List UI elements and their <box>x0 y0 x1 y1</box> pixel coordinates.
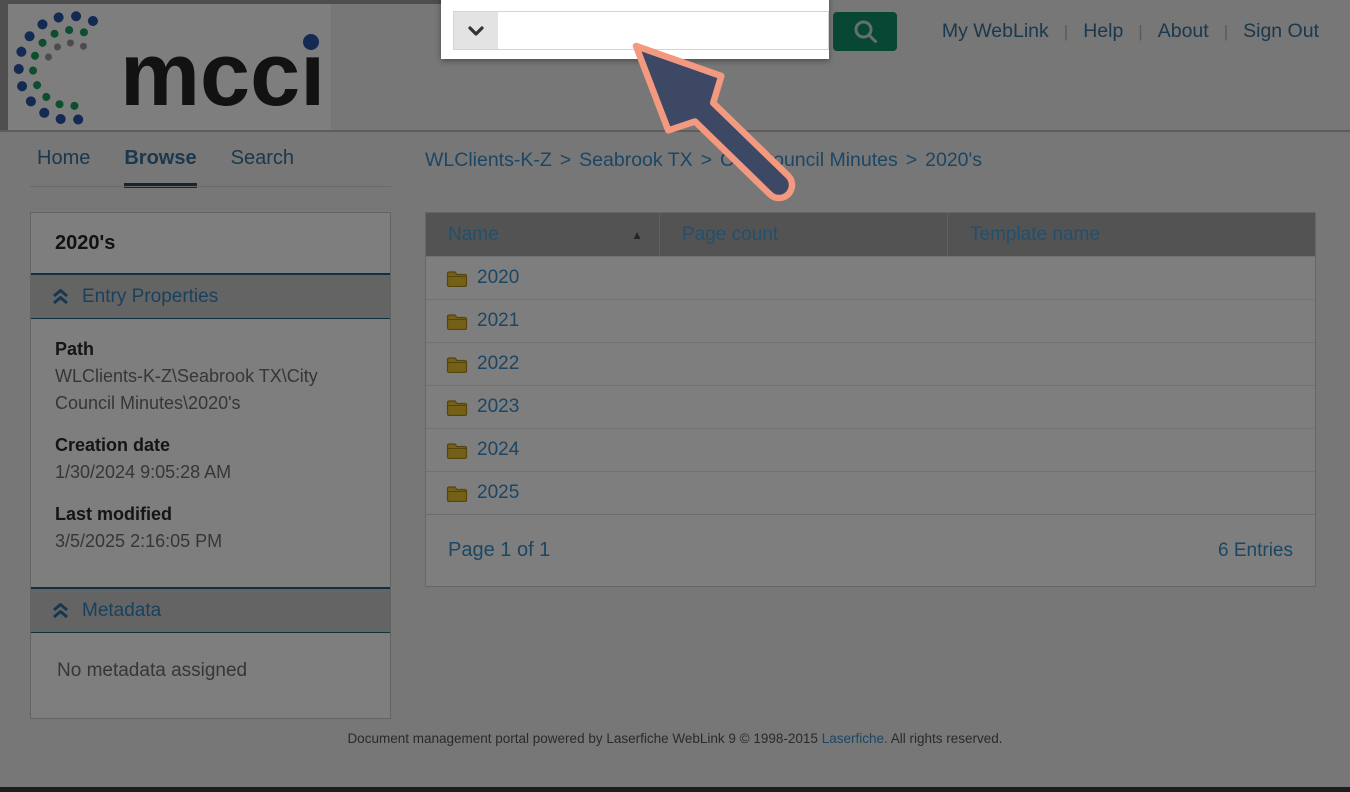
magnifier-icon <box>854 20 877 43</box>
field-label-path: Path <box>55 339 95 359</box>
table-row: 2025 <box>426 471 1315 514</box>
folder-link[interactable]: 2022 <box>477 353 519 375</box>
nav-sign-out[interactable]: Sign Out <box>1243 20 1319 43</box>
table-header: Name ▲ Page count Template name <box>426 213 1315 256</box>
table-row: 2021 <box>426 299 1315 342</box>
nav-separator: | <box>1138 21 1143 41</box>
window-edge-left <box>0 0 8 131</box>
breadcrumb: WLClients-K-Z > Seabrook TX > City Council M… <box>425 149 982 172</box>
tab-home[interactable]: Home <box>37 147 90 188</box>
table-row: 2024 <box>426 428 1315 471</box>
column-header-name[interactable]: Name ▲ <box>426 213 660 256</box>
field-label-last-modified: Last modified <box>55 504 173 524</box>
folder-icon <box>446 442 468 459</box>
entries-count: 6 Entries <box>1218 539 1293 561</box>
breadcrumb-separator: > <box>700 149 713 171</box>
entry-properties-body: Path WLClients-K-Z\Seabrook TX\City Coun… <box>31 319 390 587</box>
page-indicator: Page 1 of 1 <box>448 539 551 561</box>
nav-help[interactable]: Help <box>1083 20 1123 43</box>
nav-separator: | <box>1063 21 1069 41</box>
search-scope-dropdown[interactable] <box>454 12 498 49</box>
mcci-logo[interactable]: mccı <box>8 4 331 130</box>
breadcrumb-item[interactable]: Seabrook TX <box>579 149 692 171</box>
folder-icon <box>446 356 468 373</box>
section-label: Entry Properties <box>82 285 219 307</box>
folder-link[interactable]: 2020 <box>477 267 519 289</box>
entry-sidebar: 2020's Entry Properties Path WLClients-K… <box>30 212 391 719</box>
chevron-down-icon <box>468 25 484 36</box>
table-row: 2022 <box>426 342 1315 385</box>
folder-link[interactable]: 2021 <box>477 310 519 332</box>
collapse-double-chevron-icon <box>53 602 68 618</box>
column-label: Page count <box>682 223 779 245</box>
weblink-portal-page: mccı My WebLink | Help | About | Sign Ou… <box>0 0 1350 792</box>
folder-icon <box>446 313 468 330</box>
svg-text:mccı: mccı <box>120 25 325 125</box>
field-label-creation-date: Creation date <box>55 435 171 455</box>
header-divider <box>0 130 1350 132</box>
metadata-body: No metadata assigned <box>31 633 390 718</box>
folder-icon <box>446 270 468 287</box>
search-highlight-panel <box>441 0 829 59</box>
entry-title: 2020's <box>55 231 116 254</box>
table-row: 2023 <box>426 385 1315 428</box>
entry-properties-header[interactable]: Entry Properties <box>31 273 390 319</box>
folder-icon <box>446 399 468 416</box>
field-value-path: WLClients-K-Z\Seabrook TX\City Council M… <box>55 366 318 413</box>
nav-my-weblink[interactable]: My WebLink <box>942 20 1049 43</box>
folder-link[interactable]: 2025 <box>477 482 519 504</box>
tab-browse[interactable]: Browse <box>124 147 197 188</box>
tab-search[interactable]: Search <box>231 147 294 188</box>
top-navigation: My WebLink | Help | About | Sign Out <box>942 20 1319 43</box>
breadcrumb-item-current[interactable]: 2020's <box>925 149 982 171</box>
table-footer: Page 1 of 1 6 Entries <box>426 514 1315 586</box>
column-header-template-name[interactable]: Template name <box>948 213 1315 256</box>
breadcrumb-item[interactable]: City Council Minutes <box>720 149 898 171</box>
metadata-header[interactable]: Metadata <box>31 587 390 633</box>
section-label: Metadata <box>82 599 162 621</box>
field-value-creation-date: 1/30/2024 9:05:28 AM <box>55 462 232 482</box>
footer-text: Document management portal powered by La… <box>347 731 818 746</box>
tabbar-divider <box>30 186 391 187</box>
main-tabs: Home Browse Search <box>37 147 294 188</box>
table-row: 2020 <box>426 256 1315 299</box>
field-value-last-modified: 3/5/2025 2:16:05 PM <box>55 531 223 551</box>
mcci-logo-icon: mccı <box>13 11 325 125</box>
folder-link[interactable]: 2024 <box>477 439 519 461</box>
column-label: Name <box>448 223 499 245</box>
breadcrumb-separator: > <box>905 149 918 171</box>
column-header-page-count[interactable]: Page count <box>660 213 948 256</box>
entry-table: Name ▲ Page count Template name 2020 202… <box>425 212 1316 587</box>
search-button[interactable] <box>833 12 897 51</box>
laserfiche-link[interactable]: Laserfiche. <box>822 731 888 746</box>
nav-separator: | <box>1223 21 1229 41</box>
sort-asc-icon: ▲ <box>631 227 643 242</box>
metadata-empty-text: No metadata assigned <box>57 660 248 681</box>
breadcrumb-item[interactable]: WLClients-K-Z <box>425 149 552 171</box>
breadcrumb-separator: > <box>559 149 572 171</box>
site-footer: Document management portal powered by La… <box>0 731 1350 746</box>
search-input[interactable] <box>498 12 828 49</box>
nav-about[interactable]: About <box>1158 20 1209 43</box>
search-group <box>453 11 829 50</box>
folder-link[interactable]: 2023 <box>477 396 519 418</box>
bottom-edge <box>0 787 1350 792</box>
collapse-double-chevron-icon <box>53 288 68 304</box>
footer-rights-text: All rights reserved. <box>890 731 1003 746</box>
column-label: Template name <box>970 223 1100 245</box>
folder-icon <box>446 485 468 502</box>
